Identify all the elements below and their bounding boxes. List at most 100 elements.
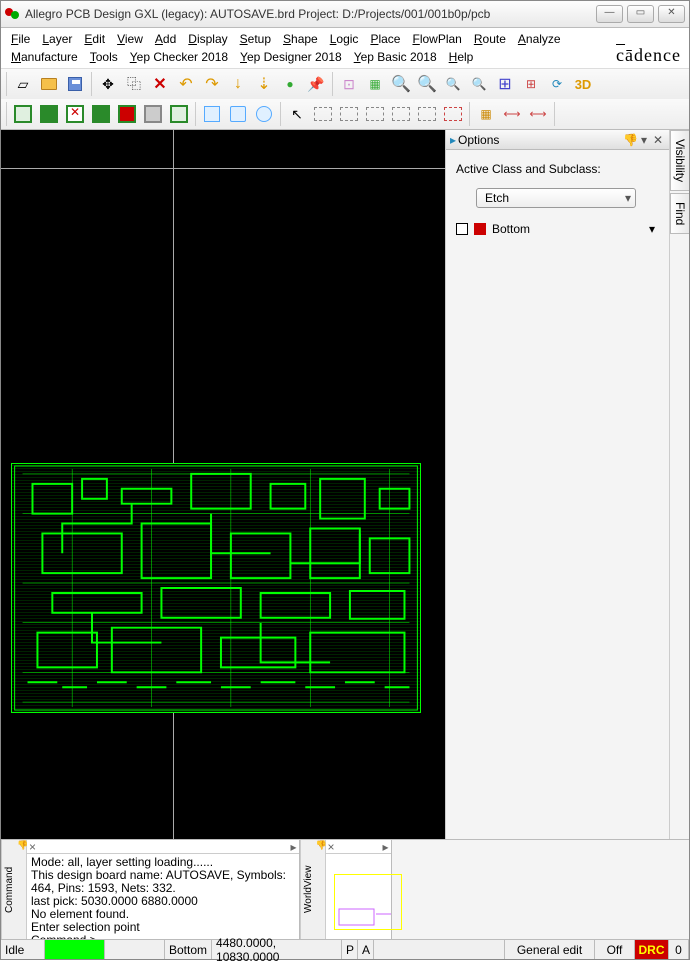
menu-view[interactable]: View xyxy=(111,30,149,48)
select-button[interactable]: ↖ xyxy=(284,101,310,127)
status-count: 0 xyxy=(669,940,689,959)
menu-display[interactable]: Display xyxy=(182,30,233,48)
toolbar-2: ↖ ▦ ⟷ ⟷ xyxy=(1,99,689,129)
chevron-icon: ▸ xyxy=(450,133,456,147)
worldview-pin-strip[interactable]: 👎 xyxy=(316,840,326,939)
open-file-button[interactable] xyxy=(36,71,62,97)
place-alt-button[interactable]: ⇣ xyxy=(251,71,277,97)
move-button[interactable]: ✥ xyxy=(95,71,121,97)
menu-logic[interactable]: Logic xyxy=(324,30,365,48)
class-combo[interactable]: Etch xyxy=(476,188,636,208)
layer-4-button[interactable] xyxy=(88,101,114,127)
subclass-dropdown-icon[interactable]: ▾ xyxy=(649,222,655,236)
cline-del-button[interactable] xyxy=(440,101,466,127)
save-button[interactable] xyxy=(62,71,88,97)
cmd-expand-icon[interactable]: ▸ xyxy=(290,840,296,853)
toolbar-1: ▱ ✥ ⿻ ✕ ↶ ↷ ↓ ⇣ ● 📌 ⊡ ▦ 🔍 🔍 🔍 🔍 ⊞ ⊞ ⟳ 3D xyxy=(1,69,689,99)
zoom-in-button[interactable]: 🔍 xyxy=(414,71,440,97)
visibility-swatch[interactable] xyxy=(456,223,468,235)
cmd-close-icon[interactable]: × xyxy=(29,840,36,853)
new-file-button[interactable]: ▱ xyxy=(10,71,36,97)
menu-place[interactable]: Place xyxy=(364,30,406,48)
status-drc[interactable]: DRC xyxy=(635,940,669,959)
color-swatch[interactable] xyxy=(474,223,486,235)
status-progress xyxy=(45,940,105,959)
status-p-button[interactable]: P xyxy=(342,940,358,959)
visibility-tab[interactable]: Visibility xyxy=(670,130,689,191)
redo-button[interactable]: ↷ xyxy=(199,71,225,97)
layer-1-button[interactable] xyxy=(10,101,36,127)
design-canvas[interactable] xyxy=(1,130,445,839)
delete-button[interactable]: ✕ xyxy=(147,71,173,97)
menu-shape[interactable]: Shape xyxy=(277,30,324,48)
status-mode: General edit xyxy=(505,940,595,959)
menu-layer[interactable]: Layer xyxy=(36,30,78,48)
cline-5-button[interactable] xyxy=(414,101,440,127)
zoom-window-button[interactable]: ⊡ xyxy=(336,71,362,97)
copy-button[interactable]: ⿻ xyxy=(121,71,147,97)
menu-tools[interactable]: Tools xyxy=(84,48,124,66)
minimize-button[interactable]: — xyxy=(596,5,623,23)
dim-h-button[interactable]: ⟷ xyxy=(499,101,525,127)
menu-help[interactable]: Help xyxy=(443,48,480,66)
refresh-button[interactable]: ⟳ xyxy=(544,71,570,97)
cline-4-button[interactable] xyxy=(388,101,414,127)
active-class-label: Active Class and Subclass: xyxy=(456,162,659,176)
shape-rect-button[interactable] xyxy=(199,101,225,127)
layer-6-button[interactable] xyxy=(166,101,192,127)
find-tab[interactable]: Find xyxy=(670,193,689,234)
cline-3-button[interactable] xyxy=(362,101,388,127)
place-button[interactable]: ↓ xyxy=(225,71,251,97)
menu-yep-basic-2018[interactable]: Yep Basic 2018 xyxy=(348,48,443,66)
options-title: Options xyxy=(458,133,499,147)
cline-1-button[interactable] xyxy=(310,101,336,127)
command-pin-strip[interactable]: 👎 xyxy=(17,840,27,939)
crosshair-horizontal xyxy=(1,168,445,169)
undo-button[interactable]: ↶ xyxy=(173,71,199,97)
layer-2-button[interactable] xyxy=(36,101,62,127)
dropdown-panel-icon[interactable]: ▾ xyxy=(637,133,651,147)
status-bar: Idle Bottom 4480.0000, 10830.0000 P A Ge… xyxy=(1,939,689,959)
command-panel-label: Command xyxy=(1,840,17,939)
close-panel-icon[interactable]: ✕ xyxy=(651,133,665,147)
shape-circle-button[interactable] xyxy=(251,101,277,127)
menu-add[interactable]: Add xyxy=(149,30,182,48)
app-icon xyxy=(5,6,21,22)
zoom-sel-button[interactable]: ⊞ xyxy=(492,71,518,97)
status-layer: Bottom xyxy=(165,940,212,959)
menu-file[interactable]: File xyxy=(5,30,36,48)
grid-button[interactable]: ▦ xyxy=(362,71,388,97)
cline-2-button[interactable] xyxy=(336,101,362,127)
layer-3-button[interactable] xyxy=(62,101,88,127)
shape-poly-button[interactable] xyxy=(225,101,251,127)
status-a-button[interactable]: A xyxy=(358,940,374,959)
menu-analyze[interactable]: Analyze xyxy=(512,30,567,48)
options-panel: ▸ Options 👎 ▾ ✕ Active Class and Subclas… xyxy=(446,130,669,839)
menu-edit[interactable]: Edit xyxy=(78,30,111,48)
3d-view-button[interactable]: 3D xyxy=(570,71,596,97)
dim-v-button[interactable]: ⟷ xyxy=(525,101,551,127)
zoom-prev-button[interactable]: 🔍 xyxy=(466,71,492,97)
maximize-button[interactable]: ▭ xyxy=(627,5,654,23)
menu-bar: FileLayerEditViewAddDisplaySetupShapeLog… xyxy=(1,28,689,69)
menu-manufacture[interactable]: Manufacture xyxy=(5,48,84,66)
zoom-fit-button[interactable]: 🔍 xyxy=(388,71,414,97)
menu-setup[interactable]: Setup xyxy=(234,30,277,48)
menu-yep-designer-2018[interactable]: Yep Designer 2018 xyxy=(234,48,348,66)
constraint-button[interactable]: ▦ xyxy=(473,101,499,127)
zoom-out-button[interactable]: 🔍 xyxy=(440,71,466,97)
pin-button[interactable]: 📌 xyxy=(303,71,329,97)
menu-yep-checker-2018[interactable]: Yep Checker 2018 xyxy=(124,48,234,66)
menu-flowplan[interactable]: FlowPlan xyxy=(406,30,467,48)
layer-5-button[interactable] xyxy=(114,101,140,127)
menu-route[interactable]: Route xyxy=(468,30,512,48)
close-button[interactable]: ✕ xyxy=(658,5,685,23)
worldview-label: WorldView xyxy=(300,840,316,939)
pin-panel-icon[interactable]: 👎 xyxy=(623,133,637,147)
wv-close-icon[interactable]: × xyxy=(328,840,335,853)
subclass-value: Bottom xyxy=(492,222,530,236)
marker-button[interactable]: ● xyxy=(277,71,303,97)
wv-expand-icon[interactable]: ▸ xyxy=(382,840,388,853)
zoom-world-button[interactable]: ⊞ xyxy=(518,71,544,97)
status-coords: 4480.0000, 10830.0000 xyxy=(212,940,342,959)
